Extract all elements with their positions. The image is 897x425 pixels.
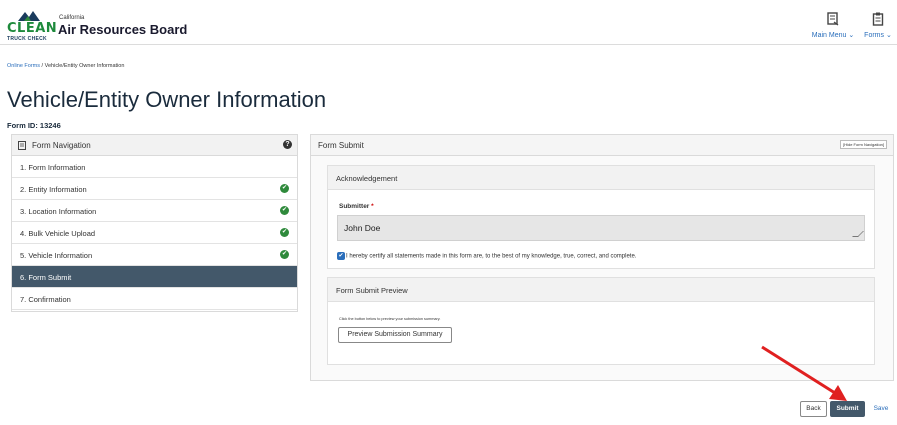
breadcrumb-separator: / (41, 63, 44, 69)
acknowledgement-title: Acknowledgement (336, 174, 398, 183)
form-navigation-panel: Form Navigation ? 1. Form Information 2.… (11, 134, 298, 312)
nav-item-label: 7. Confirmation (20, 295, 71, 304)
submit-button[interactable]: Submit (830, 401, 865, 417)
nav-item-bulk-vehicle-upload[interactable]: 4. Bulk Vehicle Upload ✔ (12, 222, 297, 244)
nav-item-entity-information[interactable]: 2. Entity Information ✔ (12, 178, 297, 200)
breadcrumb-online-forms-link[interactable]: Online Forms (7, 63, 40, 69)
nav-item-label: 5. Vehicle Information (20, 251, 93, 260)
breadcrumb: Online Forms / Vehicle/Entity Owner Info… (7, 63, 124, 69)
back-button[interactable]: Back (800, 401, 827, 417)
page-title: Vehicle/Entity Owner Information (7, 87, 327, 112)
preview-note: Click the button below to preview your s… (339, 317, 441, 321)
check-circle-icon: ✔ (280, 184, 289, 193)
form-submit-title: Form Submit (318, 141, 364, 150)
nav-item-confirmation[interactable]: 7. Confirmation (12, 288, 297, 310)
nav-item-label: 6. Form Submit (20, 273, 72, 282)
certify-checkbox-row[interactable]: ✔ I hereby certify all statements made in… (337, 252, 636, 260)
logo-clean-text: CLEAN (7, 21, 58, 36)
required-marker: * (371, 203, 374, 210)
logo-subtext: TRUCK CHECK (7, 36, 47, 42)
nav-item-form-submit[interactable]: 6. Form Submit (12, 266, 297, 288)
preview-title: Form Submit Preview (336, 286, 408, 295)
form-navigation-header: Form Navigation ? (12, 135, 297, 156)
submitter-label: Submitter * (339, 203, 374, 210)
document-icon (18, 141, 26, 150)
check-circle-icon: ✔ (280, 206, 289, 215)
certify-checkbox[interactable]: ✔ (337, 252, 345, 260)
submitter-value: John Doe (344, 223, 381, 233)
nav-item-label: 3. Location Information (20, 207, 97, 216)
check-circle-icon: ✔ (280, 250, 289, 259)
form-id: Form ID: 13246 (7, 121, 61, 130)
hide-form-navigation-button[interactable]: [Hide Form Navigation] (840, 140, 887, 149)
preview-submission-summary-button[interactable]: Preview Submission Summary (338, 327, 452, 343)
main-menu-label: Main Menu ⌄ (811, 32, 855, 39)
forms-clipboard-icon (872, 12, 884, 26)
org-state: California (59, 15, 85, 21)
forms-menu[interactable]: Forms ⌄ (853, 12, 897, 39)
breadcrumb-current: Vehicle/Entity Owner Information (44, 63, 125, 69)
forms-menu-label: Forms ⌄ (864, 32, 892, 39)
nav-item-form-information[interactable]: 1. Form Information (12, 156, 297, 178)
org-name: Air Resources Board (58, 22, 188, 37)
resize-handle-icon[interactable] (852, 231, 864, 237)
form-navigation-title: Form Navigation (32, 141, 91, 150)
certify-text: I hereby certify all statements made in … (346, 253, 637, 260)
clean-truck-check-logo[interactable]: CLEAN TRUCK CHECK (7, 9, 58, 42)
save-button[interactable]: Save (869, 401, 893, 417)
acknowledgement-header: Acknowledgement (328, 166, 874, 190)
main-menu-icon (827, 12, 839, 26)
nav-item-location-information[interactable]: 3. Location Information ✔ (12, 200, 297, 222)
preview-header: Form Submit Preview (328, 278, 874, 302)
nav-item-label: 2. Entity Information (20, 185, 87, 194)
help-icon[interactable]: ? (283, 140, 292, 149)
form-submit-header: Form Submit [Hide Form Navigation] (311, 135, 893, 156)
check-circle-icon: ✔ (280, 228, 289, 237)
nav-item-label: 1. Form Information (20, 163, 86, 172)
nav-item-label: 4. Bulk Vehicle Upload (20, 229, 96, 238)
site-header: CLEAN TRUCK CHECK California Air Resourc… (0, 0, 897, 45)
form-submit-preview-card: Form Submit Preview (327, 277, 875, 365)
submitter-label-text: Submitter (339, 203, 370, 210)
main-menu[interactable]: Main Menu ⌄ (808, 12, 858, 39)
nav-item-vehicle-information[interactable]: 5. Vehicle Information ✔ (12, 244, 297, 266)
submitter-field[interactable]: John Doe (337, 215, 865, 241)
